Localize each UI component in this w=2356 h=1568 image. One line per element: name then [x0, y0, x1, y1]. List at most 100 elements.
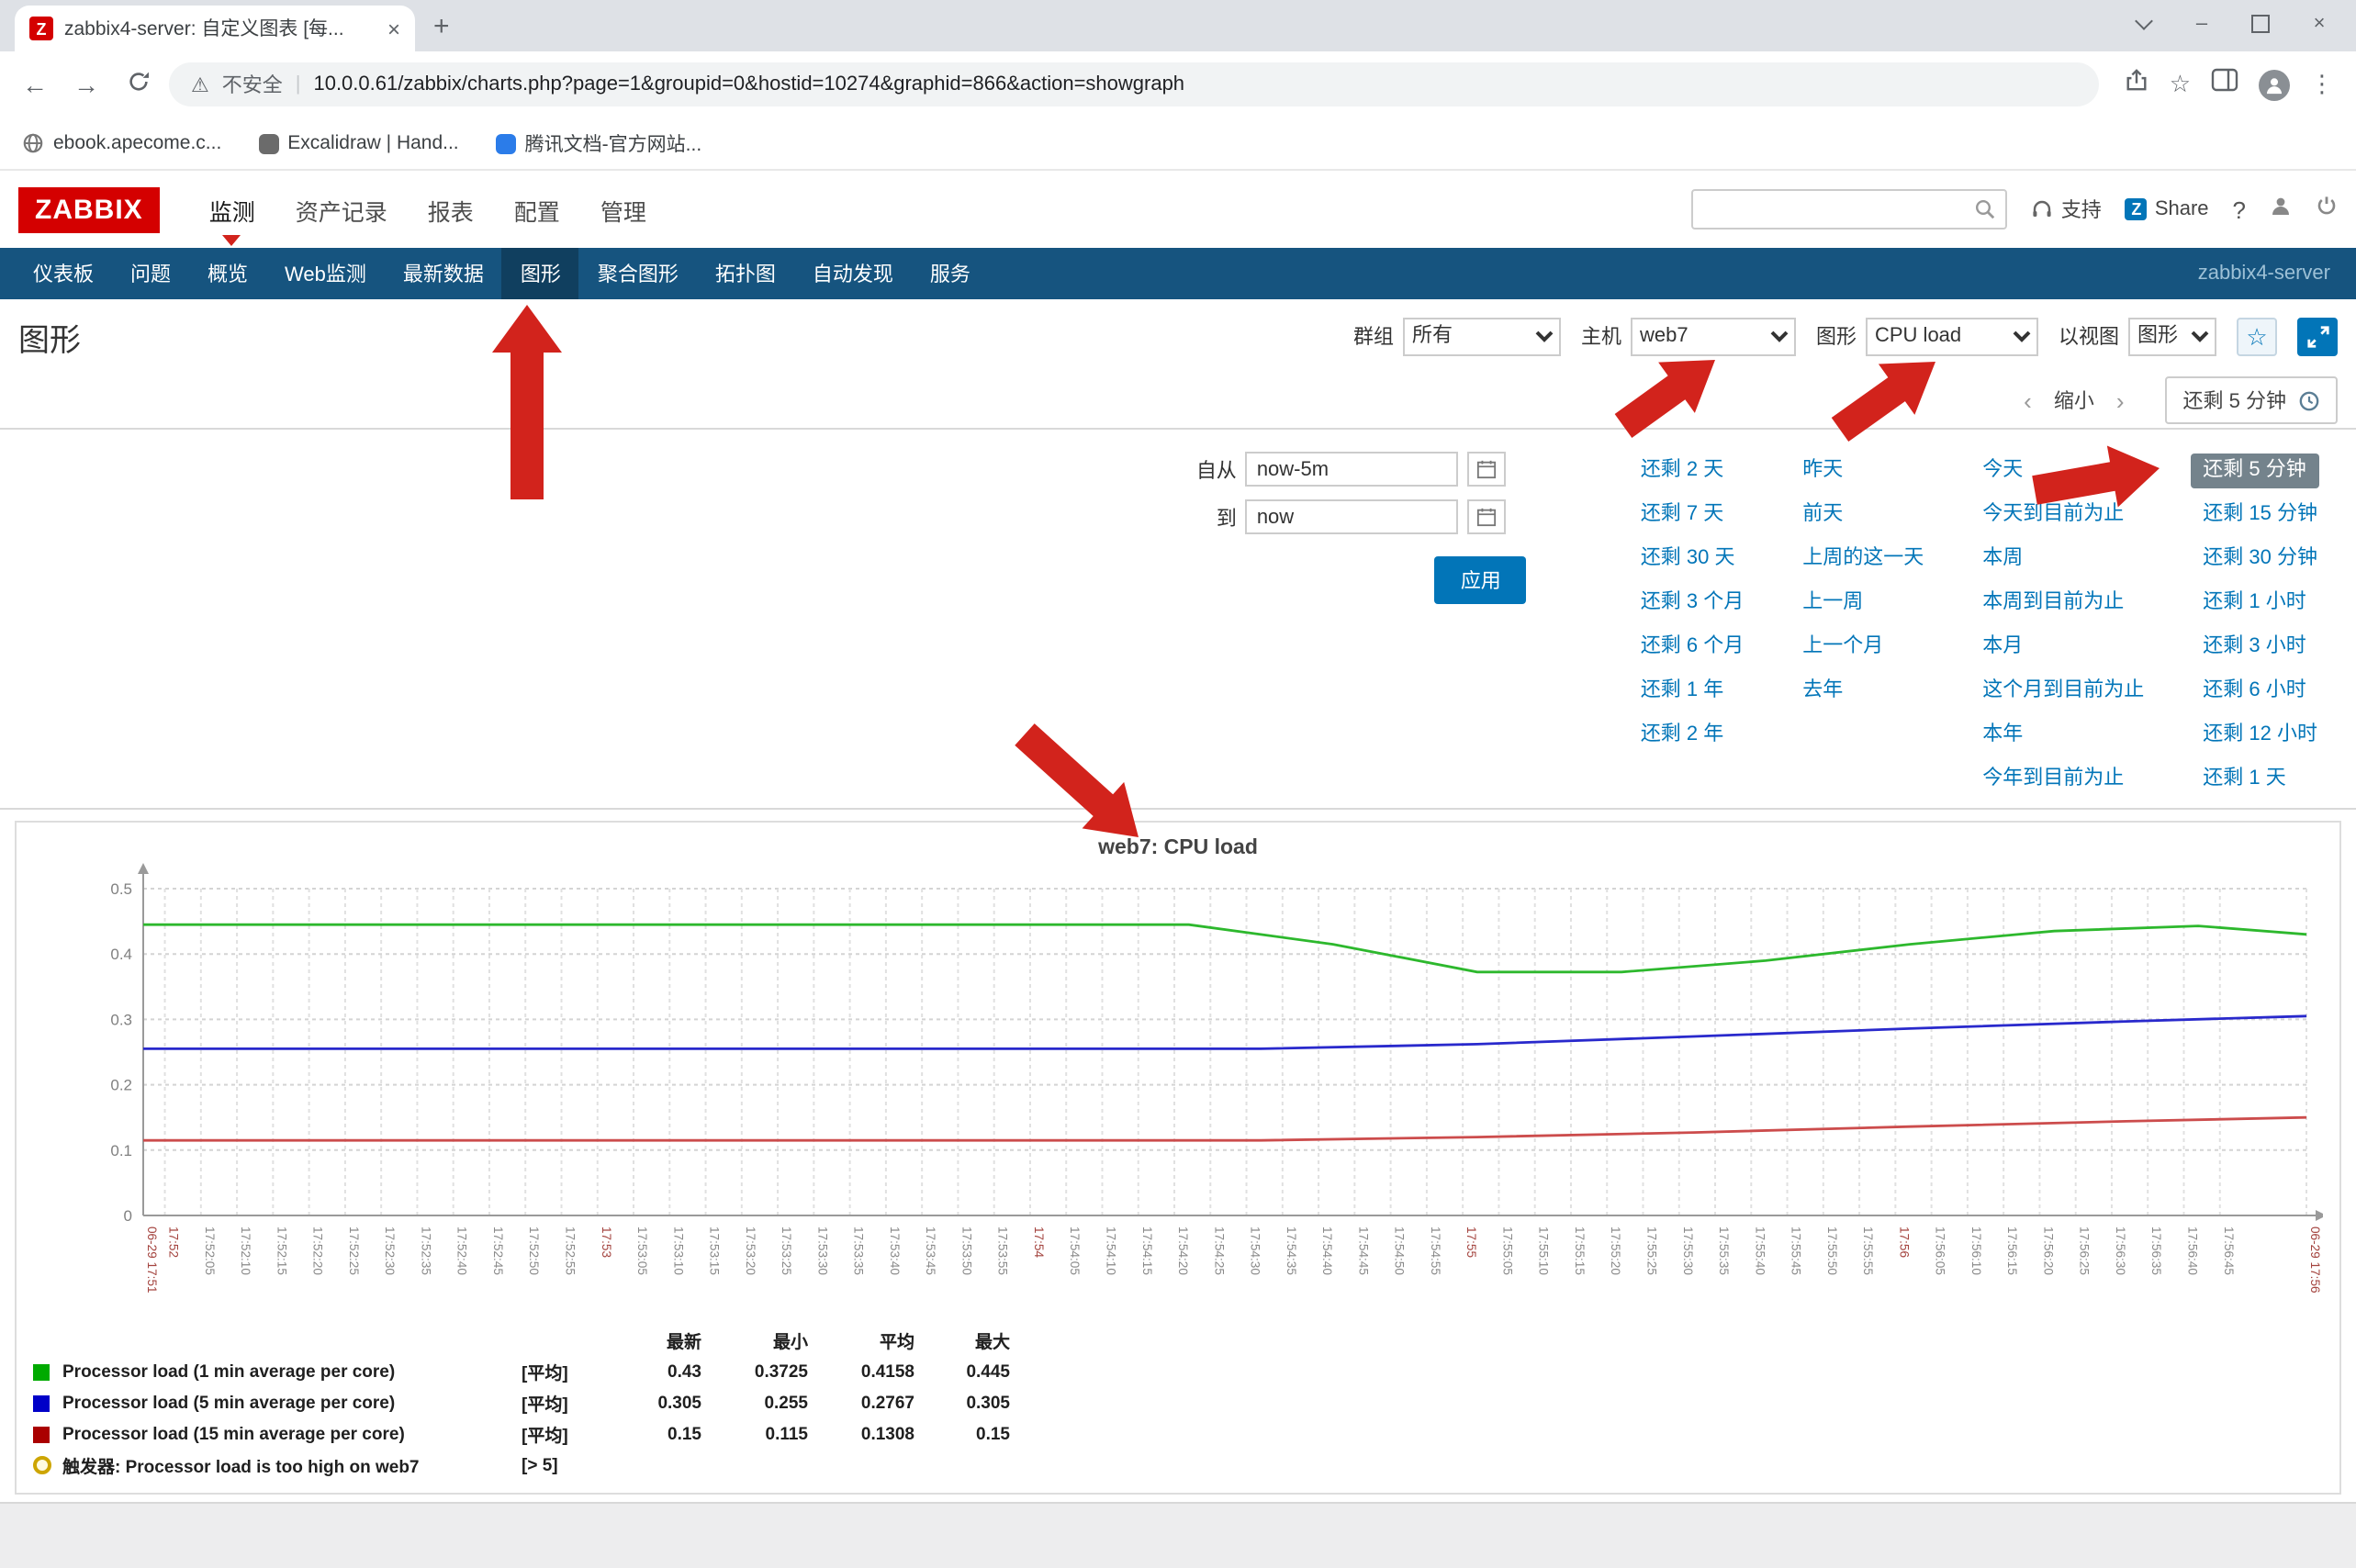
browser-tab[interactable]: Z zabbix4-server: 自定义图表 [每... × — [15, 6, 415, 51]
host-select[interactable]: web7 — [1631, 317, 1796, 355]
time-filter-panel: 自从 到 应用 还剩 2 天还剩 7 天还剩 30 天还剩 3 个月还剩 6 个… — [0, 428, 2356, 810]
help-link[interactable]: ? — [2233, 196, 2246, 223]
subnav-item-discovery[interactable]: 自动发现 — [794, 248, 912, 299]
bookmark-tencent-docs[interactable]: 腾讯文档-官方网站... — [496, 129, 702, 157]
quick-range-2-5[interactable]: 这个月到目前为止 — [1969, 674, 2157, 709]
graph-select[interactable]: CPU load — [1866, 317, 2038, 355]
quick-range-1-5[interactable]: 去年 — [1789, 674, 1856, 709]
subnav-item-services[interactable]: 服务 — [912, 248, 989, 299]
global-search-input[interactable] — [1692, 189, 2008, 230]
share-icon[interactable] — [2126, 68, 2149, 101]
side-panel-icon[interactable] — [2211, 68, 2238, 101]
quick-range-3-1[interactable]: 还剩 15 分钟 — [2190, 498, 2330, 532]
quick-range-1-4[interactable]: 上一个月 — [1789, 630, 1896, 665]
subnav-item-dashboard[interactable]: 仪表板 — [15, 248, 112, 299]
svg-text:0.3: 0.3 — [110, 1011, 132, 1028]
quick-range-3-4[interactable]: 还剩 3 小时 — [2190, 630, 2318, 665]
time-back-icon[interactable]: ‹ — [2024, 386, 2032, 414]
quick-range-1-0[interactable]: 昨天 — [1789, 454, 1856, 488]
subnav-item-maps[interactable]: 拓扑图 — [697, 248, 794, 299]
main-nav-monitoring[interactable]: 监测 — [189, 171, 275, 248]
user-profile-icon[interactable] — [2270, 193, 2292, 226]
tab-close-icon[interactable]: × — [387, 16, 400, 41]
from-calendar-button[interactable] — [1468, 452, 1507, 487]
group-select[interactable]: 所有 — [1403, 317, 1561, 355]
new-tab-button[interactable]: + — [433, 11, 450, 42]
subnav-item-overview[interactable]: 概览 — [189, 248, 266, 299]
subnav-item-screens[interactable]: 聚合图形 — [579, 248, 697, 299]
quick-range-3-0[interactable]: 还剩 5 分钟 — [2190, 454, 2318, 488]
cpu-load-chart: 00.10.20.30.40.506-29 17:5117:5217:52:05… — [33, 863, 2323, 1322]
quick-range-0-3[interactable]: 还剩 3 个月 — [1628, 586, 1756, 621]
close-button[interactable]: × — [2290, 0, 2349, 48]
subnav-item-web[interactable]: Web监测 — [266, 248, 385, 299]
quick-range-3-5[interactable]: 还剩 6 小时 — [2190, 674, 2318, 709]
subnav-item-problems[interactable]: 问题 — [112, 248, 189, 299]
apply-button[interactable]: 应用 — [1435, 556, 1527, 604]
main-nav-configuration[interactable]: 配置 — [494, 171, 580, 248]
main-nav-inventory[interactable]: 资产记录 — [275, 171, 408, 248]
quick-range-3-7[interactable]: 还剩 1 天 — [2190, 762, 2298, 797]
view-as-select[interactable]: 图形 — [2128, 317, 2216, 355]
quick-range-2-0[interactable]: 今天 — [1969, 454, 2036, 488]
bookmark-ebook[interactable]: ebook.apecome.c... — [22, 132, 221, 154]
quick-range-0-0[interactable]: 还剩 2 天 — [1628, 454, 1736, 488]
quick-range-0-1[interactable]: 还剩 7 天 — [1628, 498, 1736, 532]
quick-range-1-2[interactable]: 上周的这一天 — [1789, 542, 1936, 577]
from-input[interactable] — [1246, 452, 1459, 487]
bookmark-excalidraw[interactable]: Excalidraw | Hand... — [258, 132, 458, 154]
browser-menu-icon[interactable]: ⋮ — [2310, 70, 2334, 99]
profile-avatar[interactable] — [2259, 69, 2290, 100]
forward-icon[interactable]: → — [66, 70, 107, 99]
favorite-button[interactable]: ☆ — [2237, 317, 2277, 355]
legend-header: 最新 — [606, 1327, 701, 1353]
browser-toolbar: ← → ⚠ 不安全 | 10.0.0.61/zabbix/charts.php?… — [0, 51, 2356, 118]
series-max: 0.445 — [914, 1361, 1010, 1382]
support-link[interactable]: 支持 — [2032, 195, 2102, 224]
tab-search-icon[interactable] — [2114, 0, 2172, 48]
headset-icon — [2032, 198, 2054, 220]
quick-range-2-7[interactable]: 今年到目前为止 — [1969, 762, 2137, 797]
quick-range-0-6[interactable]: 还剩 2 年 — [1628, 718, 1736, 753]
quick-range-3-6[interactable]: 还剩 12 小时 — [2190, 718, 2330, 753]
security-chip[interactable]: 不安全 — [222, 70, 283, 99]
quick-range-2-4[interactable]: 本月 — [1969, 630, 2036, 665]
logout-icon[interactable] — [2316, 193, 2338, 226]
maximize-button[interactable] — [2231, 0, 2290, 48]
quick-range-2-3[interactable]: 本周到目前为止 — [1969, 586, 2137, 621]
bookmark-star-icon[interactable]: ☆ — [2170, 70, 2191, 99]
to-input[interactable] — [1246, 499, 1459, 534]
time-range-tab[interactable]: 还剩 5 分钟 — [2165, 376, 2338, 424]
svg-text:17:54: 17:54 — [1032, 1226, 1046, 1258]
quick-range-3-3[interactable]: 还剩 1 小时 — [2190, 586, 2318, 621]
quick-range-1-1[interactable]: 前天 — [1789, 498, 1856, 532]
main-nav-administration[interactable]: 管理 — [580, 171, 667, 248]
svg-text:17:53: 17:53 — [600, 1226, 613, 1258]
to-calendar-button[interactable] — [1468, 499, 1507, 534]
svg-text:17:56:20: 17:56:20 — [2041, 1226, 2055, 1275]
time-forward-icon[interactable]: › — [2116, 386, 2125, 414]
svg-text:17:56:15: 17:56:15 — [2005, 1226, 2019, 1275]
zabbix-logo[interactable]: ZABBIX — [18, 186, 160, 232]
zoom-out-button[interactable]: 缩小 — [2054, 386, 2094, 415]
quick-range-2-6[interactable]: 本年 — [1969, 718, 2036, 753]
quick-range-0-2[interactable]: 还剩 30 天 — [1628, 542, 1748, 577]
quick-range-0-4[interactable]: 还剩 6 个月 — [1628, 630, 1756, 665]
page-bottom-area — [0, 1502, 2356, 1568]
quick-range-3-2[interactable]: 还剩 30 分钟 — [2190, 542, 2330, 577]
address-bar[interactable]: ⚠ 不安全 | 10.0.0.61/zabbix/charts.php?page… — [169, 62, 2100, 106]
main-nav-reports[interactable]: 报表 — [408, 171, 494, 248]
quick-range-1-3[interactable]: 上一周 — [1789, 586, 1876, 621]
fullscreen-button[interactable] — [2297, 317, 2338, 355]
graph-legend: 最新最小平均最大Processor load (1 min average pe… — [33, 1327, 2323, 1478]
reload-icon[interactable] — [118, 70, 158, 99]
quick-range-0-5[interactable]: 还剩 1 年 — [1628, 674, 1736, 709]
share-link[interactable]: Z Share — [2126, 198, 2209, 220]
back-icon[interactable]: ← — [15, 70, 55, 99]
minimize-button[interactable]: – — [2172, 0, 2231, 48]
quick-range-2-2[interactable]: 本周 — [1969, 542, 2036, 577]
subnav-item-latest-data[interactable]: 最新数据 — [385, 248, 502, 299]
subnav-item-graphs[interactable]: 图形 — [502, 248, 579, 299]
svg-text:17:54:55: 17:54:55 — [1429, 1226, 1442, 1275]
quick-range-2-1[interactable]: 今天到目前为止 — [1969, 498, 2137, 532]
